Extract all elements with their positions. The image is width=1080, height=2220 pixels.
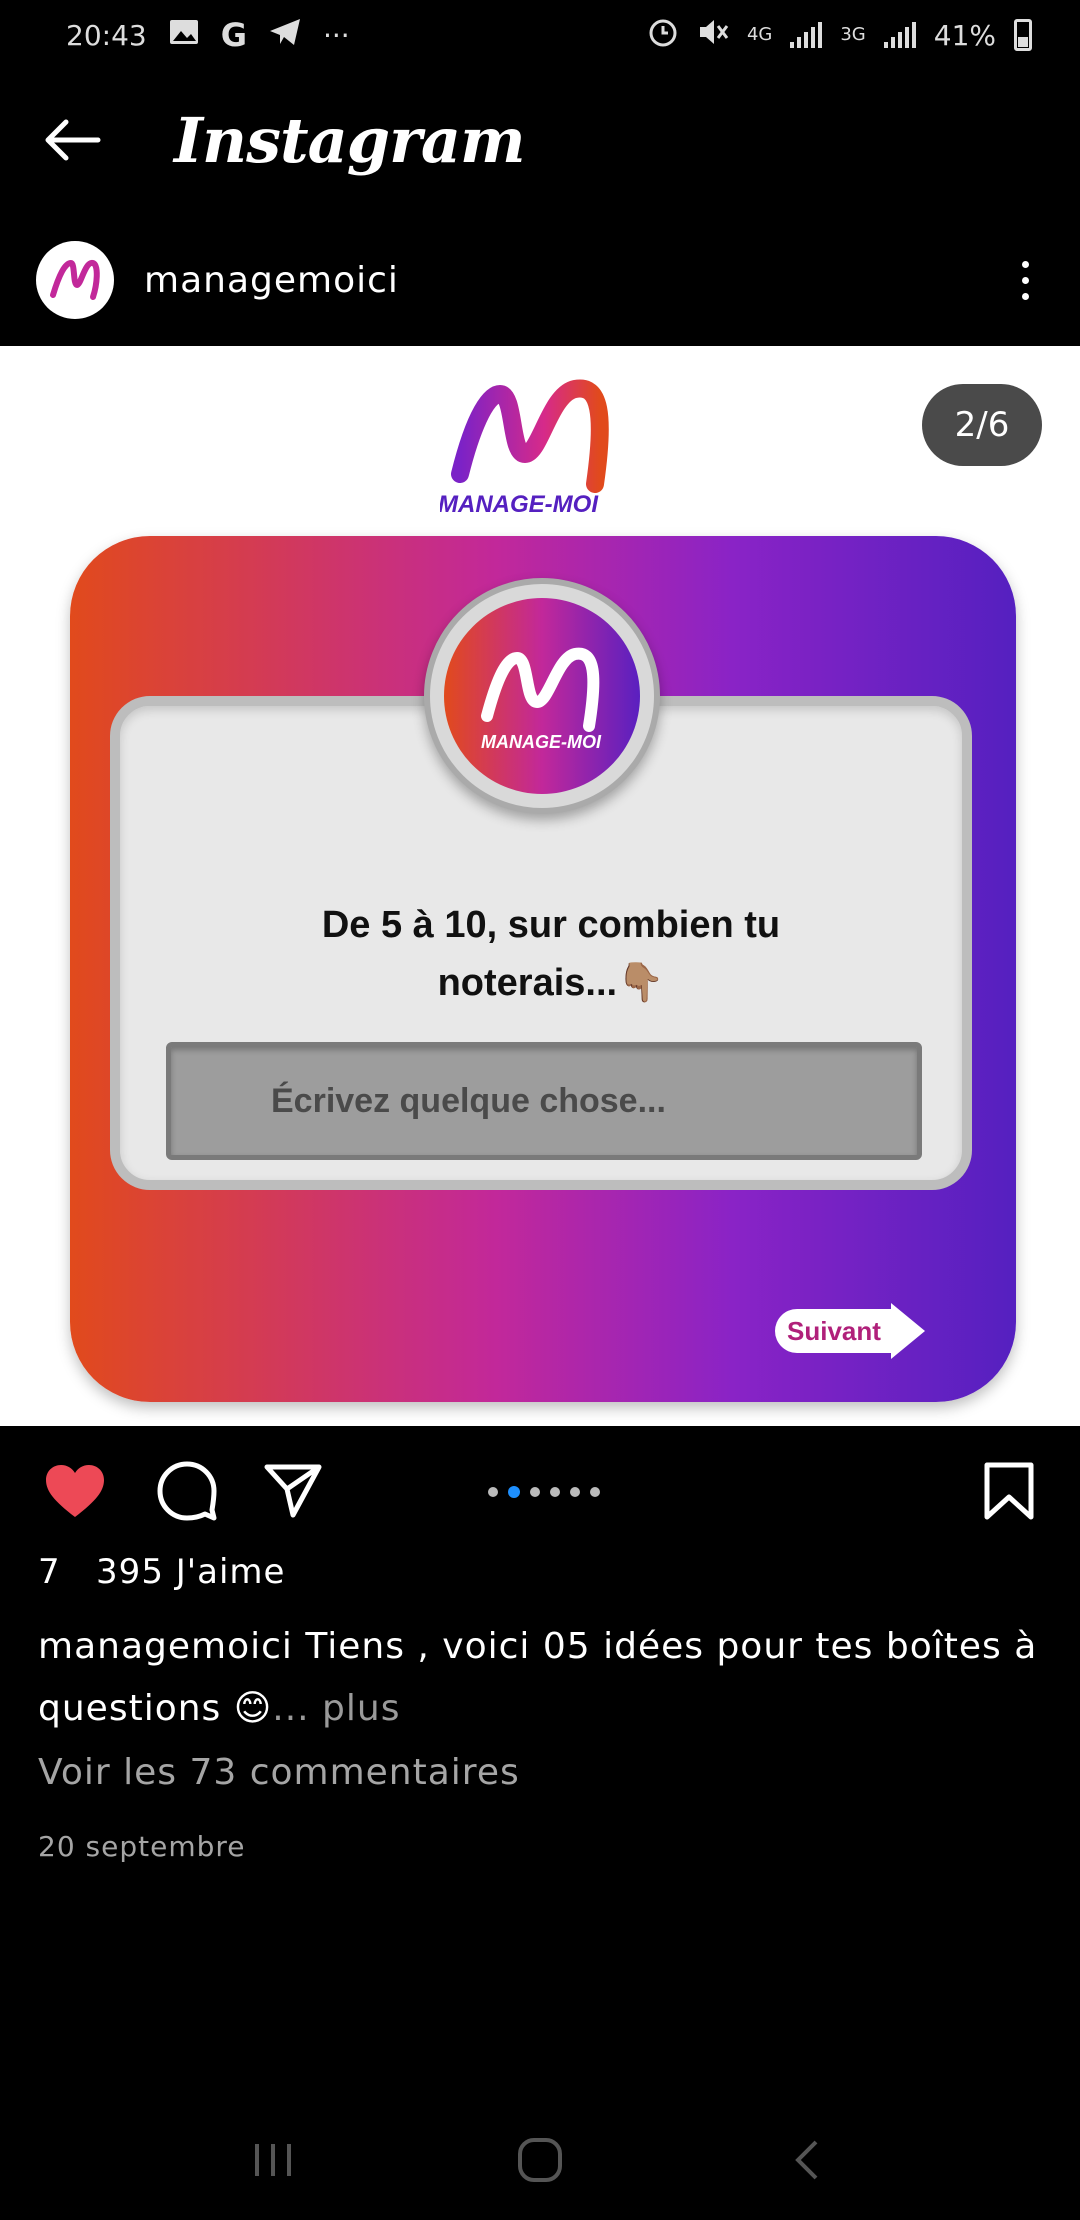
view-comments-link[interactable]: Voir les 73 commentaires xyxy=(38,1752,520,1793)
post-actions xyxy=(0,1436,1080,1546)
question-card: De 5 à 10, sur combien tu noterais...👇🏽 … xyxy=(70,536,1016,1402)
next-button: Suivant xyxy=(775,1303,925,1359)
battery-icon xyxy=(1014,19,1032,51)
caption-more-link[interactable]: ... plus xyxy=(272,1688,400,1729)
mute-icon xyxy=(697,17,729,54)
app-header: Instagram xyxy=(0,70,1080,210)
post-date: 20 septembre xyxy=(38,1830,246,1863)
telegram-icon xyxy=(269,18,301,53)
alarm-icon xyxy=(647,16,679,55)
clock: 20:43 xyxy=(66,18,147,52)
network-3g: 3G xyxy=(840,24,866,45)
likes-count[interactable]: 7 395 J'aime xyxy=(38,1552,285,1592)
arrow-right-icon xyxy=(890,1303,925,1359)
answer-field: Écrivez quelque chose... xyxy=(166,1042,922,1160)
heart-icon[interactable] xyxy=(40,1456,110,1526)
carousel-indicator xyxy=(488,1486,600,1498)
svg-text:MANAGE-MOI: MANAGE-MOI xyxy=(481,732,602,752)
post-image[interactable]: MANAGE-MOI 2/6 De 5 à 10, sur combien tu… xyxy=(0,346,1080,1426)
network-4g: 4G xyxy=(746,24,773,45)
recent-apps-icon[interactable] xyxy=(243,2130,303,2190)
back-arrow-icon[interactable] xyxy=(42,110,102,170)
caption-username[interactable]: managemoici xyxy=(38,1626,293,1667)
back-icon[interactable] xyxy=(777,2130,837,2190)
more-vertical-icon[interactable] xyxy=(1010,250,1040,310)
carousel-counter: 2/6 xyxy=(922,384,1042,466)
app-title: Instagram xyxy=(174,103,526,177)
share-icon[interactable] xyxy=(258,1456,328,1526)
brand-badge: MANAGE-MOI xyxy=(424,578,660,814)
system-nav-bar xyxy=(0,2120,1080,2200)
battery-percent: 41% xyxy=(933,18,996,52)
post-username[interactable]: managemoici xyxy=(144,260,399,301)
signal-icon xyxy=(883,22,916,48)
question-text: De 5 à 10, sur combien tu noterais...👇🏽 xyxy=(321,904,781,1004)
google-icon: G xyxy=(220,16,247,54)
comment-icon[interactable] xyxy=(152,1456,222,1526)
svg-text:MANAGE-MOI: MANAGE-MOI xyxy=(440,491,599,518)
status-bar: 20:43 G ··· 4G 3G 41% xyxy=(0,0,1080,70)
bookmark-icon[interactable] xyxy=(974,1456,1044,1526)
home-icon[interactable] xyxy=(510,2130,570,2190)
caption: managemoici Tiens , voici 05 idées pour … xyxy=(38,1616,1038,1740)
signal-icon xyxy=(790,22,823,48)
brand-logo: MANAGE-MOI xyxy=(440,379,609,518)
avatar[interactable] xyxy=(36,241,114,319)
post-header: managemoici xyxy=(0,230,1080,330)
more-notifications: ··· xyxy=(322,18,350,52)
gallery-icon xyxy=(169,19,199,52)
